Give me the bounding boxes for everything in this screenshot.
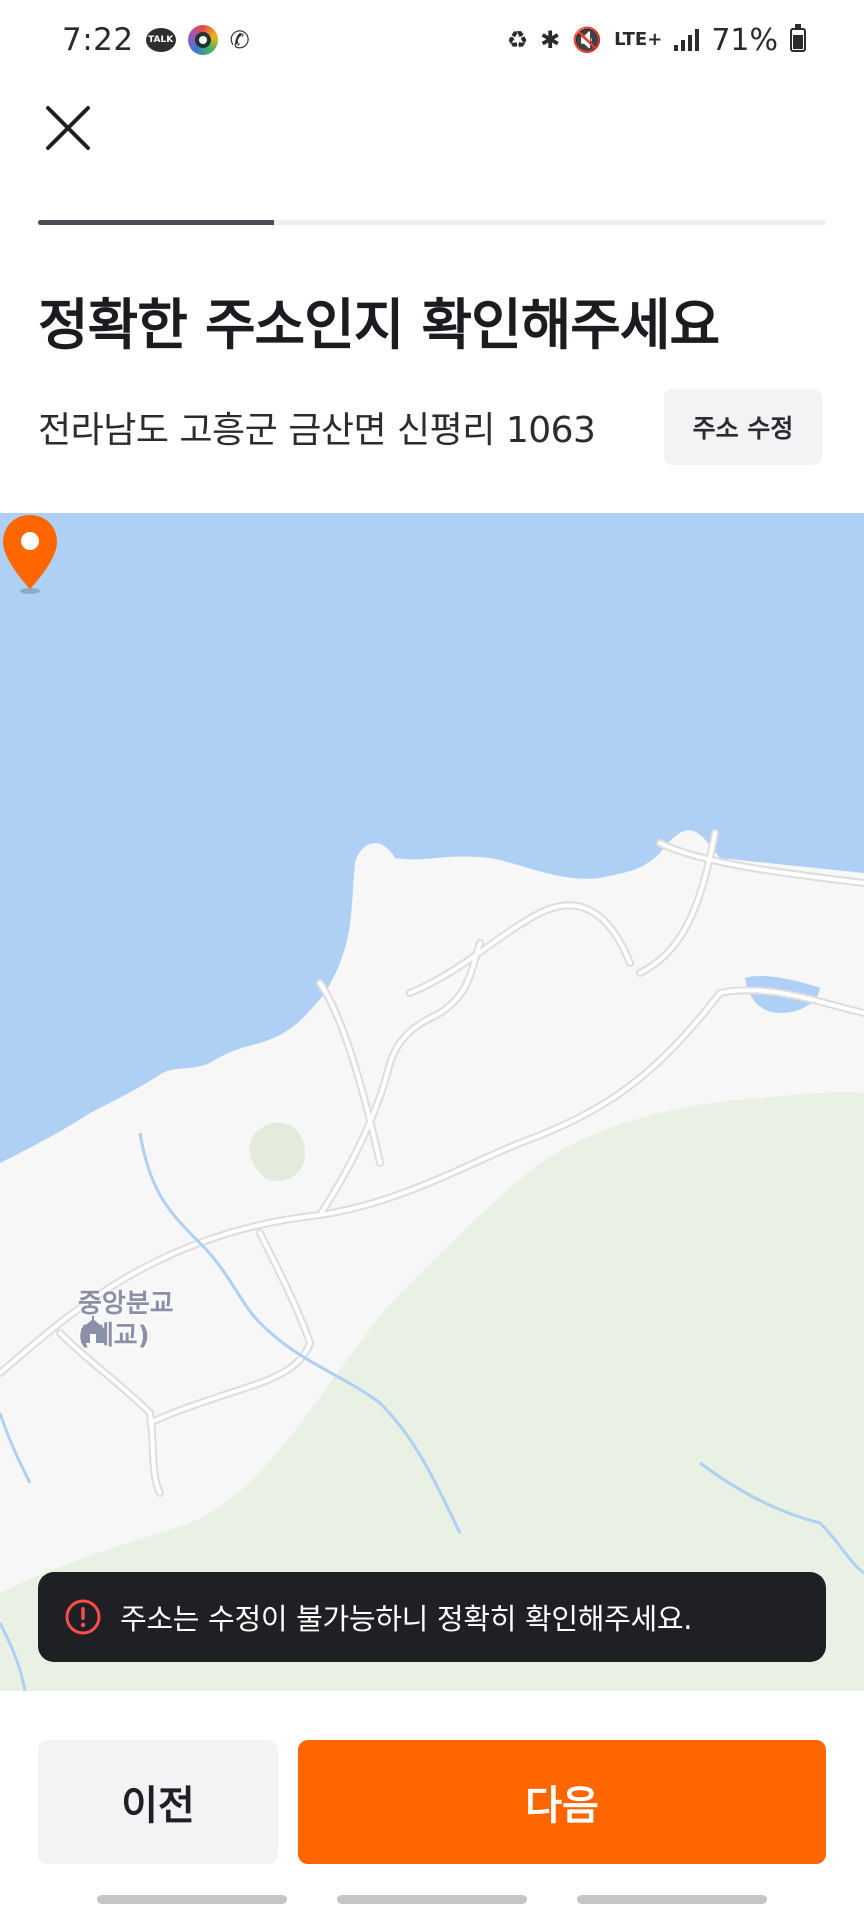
phone-app-icon: ✆ (229, 26, 250, 54)
battery-percent: 71% (711, 22, 778, 58)
alert-circle-icon (65, 1599, 101, 1635)
location-marker-icon[interactable] (0, 513, 60, 595)
kakaotalk-icon: TALK (145, 28, 176, 52)
status-bar: 7:22 TALK ✆ ♻ ✱ 🔇 LTE+ 71% (0, 0, 864, 80)
nav-home[interactable] (337, 1895, 527, 1904)
next-button[interactable]: 다음 (298, 1740, 826, 1864)
close-icon (46, 106, 90, 150)
step-progress-fill (38, 220, 275, 225)
network-type: LTE+ (614, 29, 663, 50)
battery-saver-icon: ♻ (506, 26, 529, 54)
sea-area (0, 513, 864, 1163)
nav-back[interactable] (577, 1895, 767, 1904)
poi-school[interactable]: 중앙분교(폐교) (78, 1288, 198, 1352)
school-icon (81, 1316, 105, 1343)
toast-message: 주소는 수정이 불가능하니 정확히 확인해주세요. (120, 1602, 693, 1636)
system-nav-bar (0, 1895, 864, 1907)
address-row: 전라남도 고흥군 금산면 신평리 1063 주소 수정 (38, 388, 826, 466)
bluetooth-icon: ✱ (540, 26, 561, 54)
address-confirm-screen: 7:22 TALK ✆ ♻ ✱ 🔇 LTE+ 71% 정확한 주소인지 확인해주… (0, 0, 864, 1920)
warning-toast: 주소는 수정이 불가능하니 정확히 확인해주세요. (38, 1572, 826, 1662)
location-app-icon (187, 25, 218, 55)
signal-icon (674, 29, 700, 51)
previous-button[interactable]: 이전 (38, 1740, 278, 1864)
address-text: 전라남도 고흥군 금산면 신평리 1063 (38, 410, 596, 451)
map-canvas (0, 513, 864, 1691)
map-view[interactable]: 중앙분교(폐교) (0, 513, 864, 1691)
close-button[interactable] (38, 98, 98, 158)
battery-icon (790, 24, 806, 52)
nav-recent[interactable] (97, 1895, 287, 1904)
status-time: 7:22 (62, 22, 134, 58)
mute-icon: 🔇 (572, 26, 603, 54)
edit-address-button[interactable]: 주소 수정 (664, 389, 822, 465)
page-title: 정확한 주소인지 확인해주세요 (38, 293, 720, 357)
step-progress-bar (38, 220, 826, 225)
